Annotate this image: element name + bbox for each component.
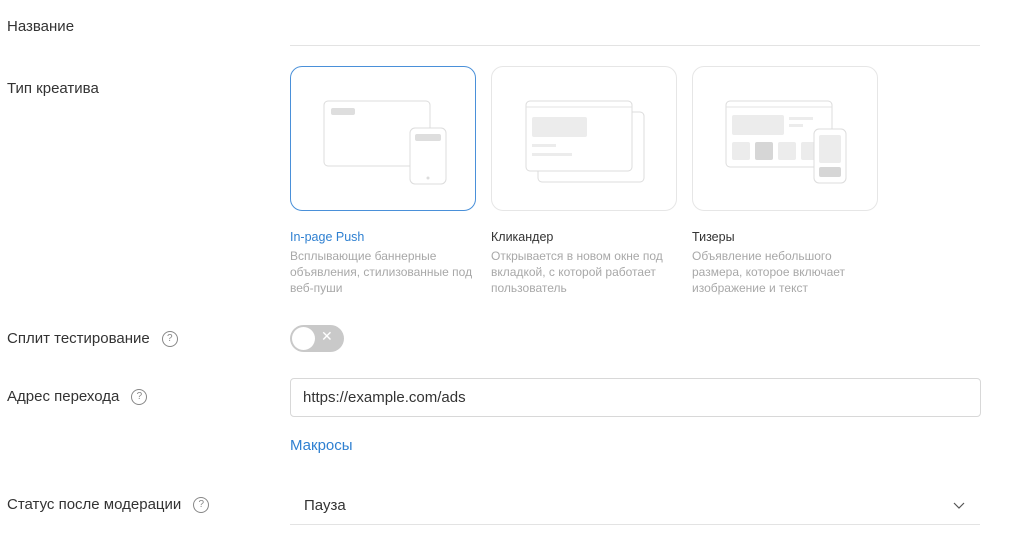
toggle-knob [292,327,315,350]
clickunder-illustration [525,100,645,183]
question-circle-icon[interactable]: ? [131,388,148,405]
creative-title-inpage-push: In-page Push [290,230,365,244]
question-circle-icon[interactable]: ? [161,330,178,347]
split-test-label: Сплит тестирование ? [7,330,178,347]
creative-desc-inpage-push: Всплывающие баннерные объявления, стилиз… [290,249,473,295]
close-icon: ✕ [321,329,333,345]
macros-link[interactable]: Макросы [290,437,353,454]
name-input[interactable] [290,8,980,46]
creative-title-clickunder: Кликандер [491,230,554,244]
creative-desc-teasers: Объявление небольшого размера, которое в… [692,249,846,295]
split-test-toggle[interactable]: ✕ [290,325,344,352]
status-label: Статус после модерации ? [7,496,210,513]
creative-desc-clickunder: Открывается в новом окне под вкладкой, с… [491,249,663,295]
status-select-value: Пауза [304,497,346,514]
creative-card-teasers[interactable] [692,66,878,211]
name-label: Название [7,18,75,35]
status-select[interactable]: Пауза [290,487,980,525]
question-circle-icon[interactable]: ? [193,496,210,513]
url-input[interactable] [290,378,981,417]
creative-card-inpage-push[interactable] [290,66,476,211]
url-label: Адрес перехода ? [7,388,148,405]
creative-card-clickunder[interactable] [491,66,677,211]
creative-title-teasers: Тизеры [692,230,735,244]
chevron-down-icon [953,502,965,509]
inpage-push-illustration [323,100,447,185]
creative-type-label: Тип креатива [7,80,99,97]
teasers-illustration [725,100,847,184]
